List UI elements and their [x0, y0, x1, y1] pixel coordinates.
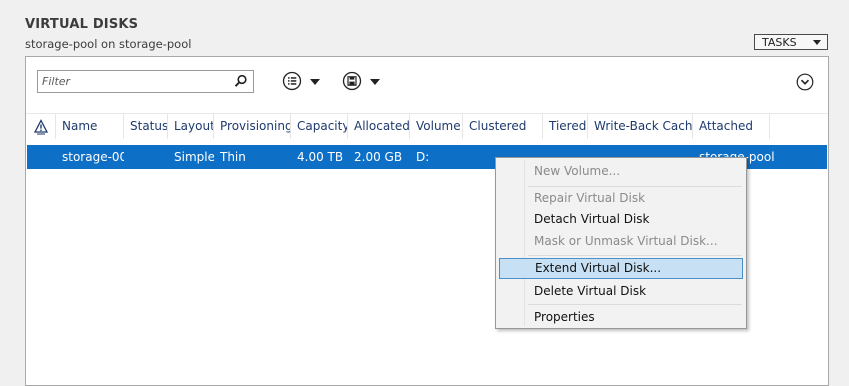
column-header-capacity[interactable]: Capacity [291, 114, 348, 139]
menu-separator [528, 304, 742, 305]
menu-separator [528, 255, 742, 256]
expand-icon[interactable] [796, 73, 814, 94]
menu-item-extend-virtual-disk[interactable]: Extend Virtual Disk... [499, 258, 743, 279]
cell-allocated: 2.00 GB [354, 150, 403, 164]
list-view-icon [282, 71, 302, 94]
column-header-name[interactable]: Name [56, 114, 124, 139]
page-title: VIRTUAL DISKS [25, 17, 139, 32]
column-header-write-back-cache[interactable]: Write-Back Cache [588, 114, 693, 139]
tasks-label: TASKS [762, 35, 797, 49]
menu-item-properties[interactable]: Properties [499, 307, 743, 328]
column-header-status[interactable]: Status [124, 114, 168, 139]
menu-item-repair-virtual-disk[interactable]: Repair Virtual Disk [499, 188, 743, 209]
column-header-provisioning[interactable]: Provisioning [214, 114, 291, 139]
search-icon[interactable] [234, 74, 248, 91]
column-header-allocated[interactable]: Allocated [348, 114, 410, 139]
column-header-volume[interactable]: Volume [410, 114, 463, 139]
save-query-button[interactable] [342, 70, 380, 94]
list-view-options-button[interactable] [282, 70, 320, 94]
menu-item-mask-unmask-virtual-disk[interactable]: Mask or Unmask Virtual Disk... [499, 231, 743, 252]
cell-capacity: 4.00 TB [297, 150, 344, 164]
chevron-down-icon [310, 79, 320, 85]
cell-status [124, 145, 168, 169]
page-subtitle: storage-pool on storage-pool [25, 37, 192, 51]
cell-name: storage-00 [62, 150, 124, 164]
cell-layout: Simple [174, 150, 214, 164]
cell-provisioning: Thin [220, 150, 246, 164]
column-header-layout[interactable]: Layout [168, 114, 214, 139]
menu-item-new-volume[interactable]: New Volume... [499, 161, 743, 182]
warning-icon [33, 118, 49, 134]
save-query-icon [342, 71, 362, 94]
chevron-down-icon [370, 79, 380, 85]
column-header-attached[interactable]: Attached [693, 114, 770, 139]
menu-item-delete-virtual-disk[interactable]: Delete Virtual Disk [499, 281, 743, 302]
menu-item-detach-virtual-disk[interactable]: Detach Virtual Disk [499, 209, 743, 230]
cell-volume: D: [416, 150, 430, 164]
column-header-tiered[interactable]: Tiered [543, 114, 588, 139]
context-menu: New Volume... Repair Virtual Disk Detach… [495, 157, 747, 329]
column-header-clustered[interactable]: Clustered [463, 114, 543, 139]
toolbar [26, 57, 828, 114]
filter-box[interactable] [37, 70, 254, 93]
menu-separator [528, 186, 742, 187]
chevron-down-icon [813, 39, 821, 45]
column-header-warning[interactable] [26, 114, 56, 139]
table-header: Name Status Layout Provisioning Capacity… [26, 114, 828, 139]
filter-input[interactable] [38, 71, 232, 92]
tasks-dropdown[interactable]: TASKS [754, 34, 828, 50]
